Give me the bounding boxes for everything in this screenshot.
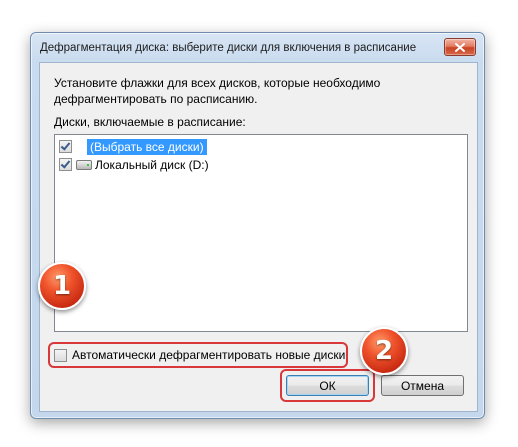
- cancel-button[interactable]: Отмена: [381, 375, 464, 396]
- select-all-checkbox[interactable]: [59, 140, 72, 153]
- window-title: Дефрагментация диска: выберите диски для…: [40, 42, 417, 54]
- close-icon: [455, 42, 465, 52]
- auto-defrag-label: Автоматически дефрагментировать новые ди…: [72, 348, 346, 362]
- instruction-text: Установите флажки для всех дисков, котор…: [54, 76, 381, 106]
- list-item-select-all[interactable]: (Выбрать все диски): [59, 138, 207, 155]
- defrag-schedule-dialog: Дефрагментация диска: выберите диски для…: [30, 32, 485, 419]
- auto-defrag-checkbox[interactable]: [54, 348, 67, 362]
- ok-button[interactable]: ОК: [286, 375, 369, 396]
- disk-list[interactable]: (Выбрать все диски) Локальный диск (D:): [54, 134, 468, 332]
- local-disk-d-checkbox[interactable]: [59, 158, 72, 171]
- drive-icon: [76, 159, 92, 170]
- step-badge-2: 2: [360, 327, 408, 375]
- dialog-body: Установите флажки для всех дисков, котор…: [39, 62, 478, 412]
- auto-defrag-option[interactable]: Автоматически дефрагментировать новые ди…: [54, 348, 345, 362]
- select-all-label: (Выбрать все диски): [87, 138, 207, 155]
- close-button[interactable]: [444, 38, 476, 56]
- title-bar: Дефрагментация диска: выберите диски для…: [31, 33, 484, 61]
- disk-list-label: Диски, включаемые в расписание:: [54, 115, 246, 129]
- step-badge-1: 1: [38, 262, 86, 310]
- local-disk-d-label: Локальный диск (D:): [95, 157, 209, 172]
- list-item-local-disk-d[interactable]: Локальный диск (D:): [59, 156, 209, 173]
